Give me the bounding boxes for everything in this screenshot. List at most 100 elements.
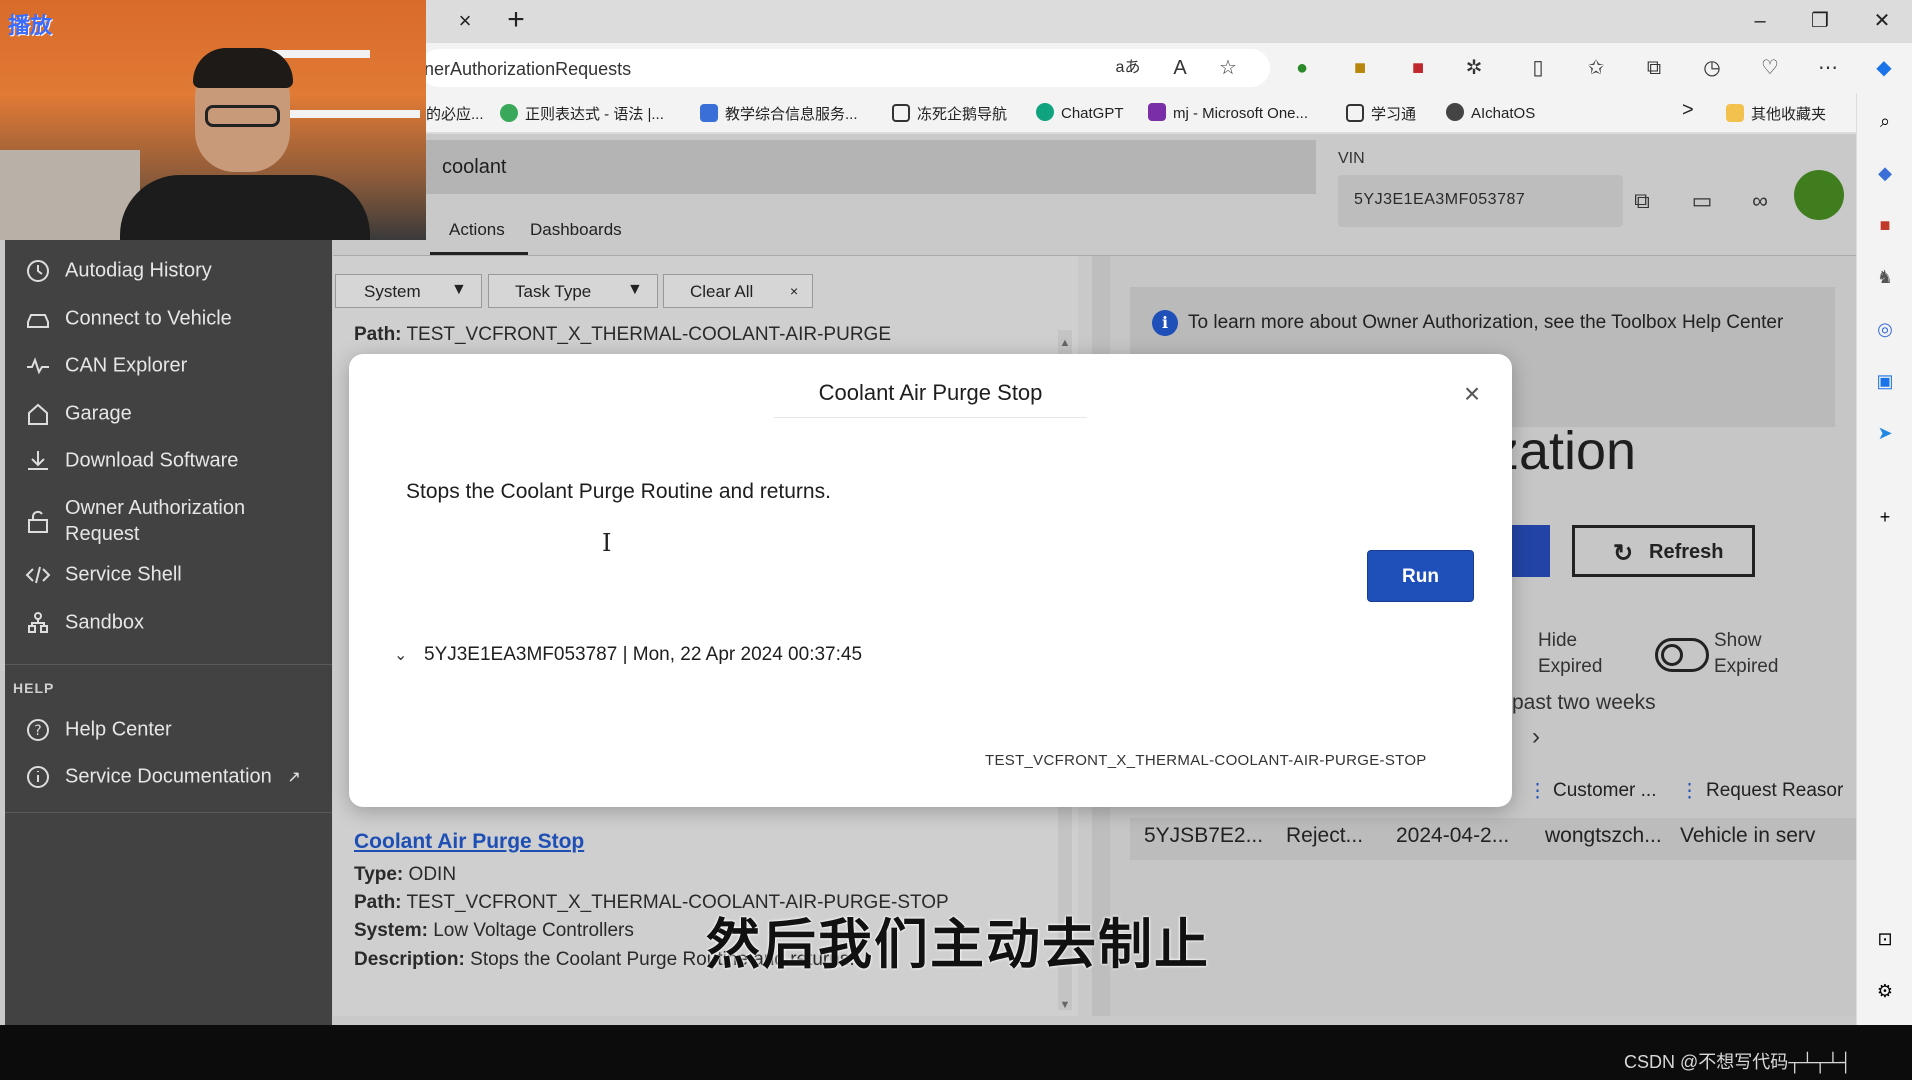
close-icon[interactable]: ×: [1454, 376, 1490, 412]
home-icon: [25, 401, 51, 427]
bookmark-item[interactable]: ChatGPT: [1036, 103, 1124, 122]
bookmark-item[interactable]: 学习通: [1346, 103, 1416, 124]
refresh-icon: ↻: [1613, 540, 1634, 567]
table-cell: 2024-04-2...: [1396, 824, 1510, 847]
external-link-icon: ↗: [287, 769, 301, 787]
bookmark-item[interactable]: 正则表达式 - 语法 |...: [500, 103, 664, 124]
vehicle-accordion[interactable]: ⌄ 5YJ3E1EA3MF053787 | Mon, 22 Apr 2024 00…: [394, 644, 862, 674]
copilot-icon[interactable]: ◆: [1868, 52, 1900, 84]
column-menu-icon[interactable]: ⋮: [1528, 780, 1547, 803]
sidebar-item-garage[interactable]: Garage: [25, 401, 132, 441]
sidebar-item-can-explorer[interactable]: CAN Explorer: [25, 353, 187, 393]
extensions-icon[interactable]: ✲: [1458, 52, 1490, 84]
pulse-icon: [25, 353, 51, 379]
column-header-request-reason[interactable]: Request Reasor: [1706, 780, 1843, 802]
feedback-icon[interactable]: ▭: [1683, 182, 1721, 220]
copy-icon[interactable]: ⧉: [1623, 182, 1661, 220]
outlook-icon[interactable]: ▣: [1871, 367, 1899, 395]
window-close-button[interactable]: ✕: [1862, 6, 1902, 36]
scroll-up-arrow[interactable]: ▲: [1058, 336, 1072, 350]
split-screen-icon[interactable]: ▯: [1522, 52, 1554, 84]
bookmarks-more-chevron[interactable]: >: [1682, 99, 1694, 122]
vin-label: VIN: [1338, 150, 1365, 167]
webcam-desk: [0, 150, 140, 240]
webcam-overlay: 播放: [0, 0, 426, 240]
action-item-system: System: Low Voltage Controllers: [354, 920, 634, 941]
text-cursor-icon: I: [602, 529, 612, 557]
expired-toggle[interactable]: [1655, 638, 1709, 672]
tab-actions[interactable]: Actions: [449, 220, 505, 240]
tab-dashboards[interactable]: Dashboards: [530, 220, 622, 240]
sidebar-item-connect-to-vehicle[interactable]: Connect to Vehicle: [25, 306, 232, 346]
bookmark-item[interactable]: 的必应...: [426, 103, 484, 124]
extension-globe-icon[interactable]: ●: [1286, 52, 1318, 84]
translate-icon[interactable]: aあ: [1112, 52, 1144, 84]
screenshot-icon[interactable]: ⊡: [1871, 925, 1899, 953]
other-favorites-folder[interactable]: 其他收藏夹: [1726, 103, 1826, 124]
bookmark-item[interactable]: 教学综合信息服务...: [700, 103, 858, 124]
bookmark-item[interactable]: 冻死企鹅导航: [892, 103, 1007, 124]
tag-icon[interactable]: ◆: [1871, 159, 1899, 187]
scroll-down-arrow[interactable]: ▼: [1058, 998, 1072, 1012]
next-page-chevron[interactable]: ›: [1532, 724, 1540, 750]
health-icon[interactable]: ♡: [1754, 52, 1786, 84]
webcam-person-glasses: [205, 105, 280, 127]
column-header-customer[interactable]: Customer ...: [1553, 780, 1656, 802]
sidebar-item-owner-authorization-request[interactable]: Owner Authorization Request: [25, 495, 325, 547]
info-icon: i: [1152, 310, 1178, 336]
read-aloud-icon[interactable]: A: [1164, 52, 1196, 84]
toolbox-icon[interactable]: ■: [1871, 211, 1899, 239]
refresh-button[interactable]: ↻ Refresh: [1572, 525, 1755, 577]
task-type-filter-button[interactable]: Task Type ▼: [488, 274, 658, 308]
history-icon[interactable]: ◷: [1696, 52, 1728, 84]
sidebar-item-autodiag-history[interactable]: Autodiag History: [25, 258, 212, 298]
minimize-button[interactable]: –: [1740, 6, 1780, 36]
sidebar-item-service-documentation[interactable]: Service Documentation ↗: [25, 764, 301, 804]
new-tab-button[interactable]: +: [500, 4, 532, 36]
code-icon: [25, 562, 51, 588]
extension-red-icon[interactable]: ■: [1402, 52, 1434, 84]
refresh-label: Refresh: [1649, 541, 1724, 563]
help-heading: HELP: [13, 680, 55, 696]
add-icon[interactable]: +: [1871, 503, 1899, 531]
sidebar-item-sandbox[interactable]: Sandbox: [25, 610, 144, 650]
tab-close-button[interactable]: ×: [450, 8, 480, 34]
info-circle-icon: [25, 764, 51, 790]
favorite-star-icon[interactable]: ☆: [1212, 52, 1244, 84]
games-icon[interactable]: ♞: [1871, 263, 1899, 291]
favorites-icon[interactable]: ✩: [1580, 52, 1612, 84]
link-icon[interactable]: ∞: [1741, 182, 1779, 220]
help-icon: ?: [25, 717, 51, 743]
address-bar[interactable]: nerAuthorizationRequests aあ A ☆: [420, 49, 1270, 87]
system-filter-button[interactable]: System ▼: [335, 274, 482, 308]
vin-field[interactable]: 5YJ3E1EA3MF053787: [1338, 175, 1623, 227]
settings-icon[interactable]: ⚙: [1871, 977, 1899, 1005]
run-button[interactable]: Run: [1367, 550, 1474, 602]
action-item-type: Type: ODIN: [354, 864, 457, 885]
extension-box-icon[interactable]: ■: [1344, 52, 1376, 84]
bookmark-item[interactable]: mj - Microsoft One...: [1148, 103, 1308, 122]
lock-icon: [25, 509, 51, 535]
sidebar-item-help-center[interactable]: ? Help Center: [25, 717, 172, 757]
webcam-shelf: [270, 110, 420, 118]
avatar[interactable]: [1794, 170, 1844, 220]
clear-all-button[interactable]: Clear All ×: [663, 274, 813, 308]
aichatos-icon: [1446, 103, 1464, 121]
search-input[interactable]: coolant: [426, 140, 1316, 194]
column-menu-icon[interactable]: ⋮: [1680, 780, 1699, 803]
dialog-description: Stops the Coolant Purge Routine and retu…: [406, 480, 831, 503]
office-icon[interactable]: ◎: [1871, 315, 1899, 343]
run-action-dialog: Coolant Air Purge Stop × Stops the Coola…: [349, 354, 1512, 807]
more-menu-icon[interactable]: ⋯: [1812, 52, 1844, 84]
url-text: nerAuthorizationRequests: [424, 59, 632, 79]
action-item-title-link[interactable]: Coolant Air Purge Stop: [354, 830, 584, 854]
restore-button[interactable]: ❐: [1800, 6, 1840, 36]
send-icon[interactable]: ➤: [1871, 419, 1899, 447]
history-icon: [25, 258, 51, 284]
sidebar-item-download-software[interactable]: Download Software: [25, 448, 238, 488]
search-icon[interactable]: ⌕: [1871, 107, 1899, 135]
sidebar-item-service-shell[interactable]: Service Shell: [25, 562, 182, 602]
collections-icon[interactable]: ⧉: [1638, 52, 1670, 84]
bookmark-item[interactable]: AIchatOS: [1446, 103, 1535, 122]
car-icon: [25, 306, 51, 332]
